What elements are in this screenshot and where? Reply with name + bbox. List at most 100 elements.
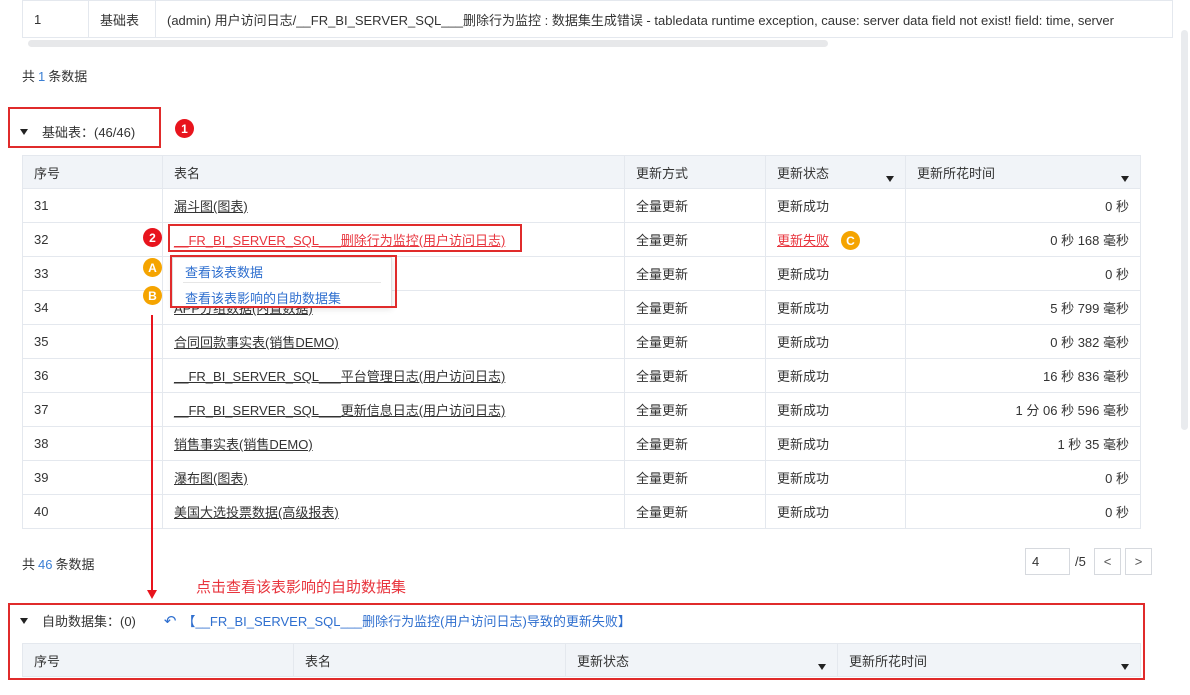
row-method: 全量更新 xyxy=(624,494,766,529)
row-time: 0 秒 xyxy=(905,460,1141,495)
row-method: 全量更新 xyxy=(624,460,766,495)
count-prefix: 共 xyxy=(22,557,36,572)
table-row: 36 __FR_BI_SERVER_SQL___平台管理日志(用户访问日志) 全… xyxy=(22,358,1141,393)
chevron-left-icon: < xyxy=(1103,554,1112,569)
row-index: 40 xyxy=(22,494,163,529)
page-number-input[interactable]: 4 xyxy=(1025,548,1070,575)
badge-1: 1 xyxy=(175,119,194,138)
self-service-section-label: 自助数据集：(0) xyxy=(42,614,136,629)
error-count: 共 1 条数据 xyxy=(22,66,87,85)
base-table-count: 共 46 条数据 xyxy=(22,554,95,573)
error-row-type: 基础表 xyxy=(88,0,156,38)
table-header-row: 序号 表名 更新方式 更新状态 更新所花时间 xyxy=(22,155,1141,189)
filter-dropdown-icon[interactable] xyxy=(818,663,826,670)
row-method: 全量更新 xyxy=(624,188,766,223)
row-index: 34 xyxy=(22,290,163,325)
row-index: 31 xyxy=(22,188,163,223)
table-row: 40 美国大选投票数据(高级报表) 全量更新 更新成功 0 秒 xyxy=(22,494,1141,529)
row-method: 全量更新 xyxy=(624,290,766,325)
row-method: 全量更新 xyxy=(624,256,766,291)
row-status: 更新成功 xyxy=(765,256,906,291)
self-service-section-toggle[interactable]: 自助数据集：(0) ↶ 【__FR_BI_SERVER_SQL___删除行为监控… xyxy=(20,611,631,630)
row-status: 更新成功 xyxy=(765,494,906,529)
highlight-box-1 xyxy=(8,107,161,148)
badge-c: C xyxy=(841,231,860,250)
header-status-label: 更新状态 xyxy=(577,653,630,669)
highlight-box-2 xyxy=(168,224,522,252)
row-time: 16 秒 836 毫秒 xyxy=(905,358,1141,393)
header-time-label: 更新所花时间 xyxy=(917,165,996,181)
row-status: 更新成功 xyxy=(765,188,906,223)
header-time[interactable]: 更新所花时间 xyxy=(837,643,1141,677)
row-method: 全量更新 xyxy=(624,426,766,461)
row-status: 更新成功 xyxy=(765,358,906,393)
row-time: 0 秒 xyxy=(905,256,1141,291)
table-row[interactable]: 1 基础表 (admin) 用户访问日志/__FR_BI_SERVER_SQL_… xyxy=(22,0,1173,38)
horizontal-scrollbar[interactable] xyxy=(28,40,828,47)
table-name-link[interactable]: 瀑布图(图表) xyxy=(174,471,248,486)
header-status[interactable]: 更新状态 xyxy=(565,643,838,677)
row-method: 全量更新 xyxy=(624,392,766,427)
count-prefix: 共 xyxy=(22,69,36,84)
table-row: 38 销售事实表(销售DEMO) 全量更新 更新成功 1 秒 35 毫秒 xyxy=(22,426,1141,461)
filter-dropdown-icon[interactable] xyxy=(886,175,894,182)
header-status[interactable]: 更新状态 xyxy=(765,155,906,189)
badge-b: B xyxy=(143,286,162,305)
vertical-scrollbar[interactable] xyxy=(1181,30,1188,430)
row-time: 0 秒 xyxy=(905,188,1141,223)
table-header-row: 序号 表名 更新状态 更新所花时间 xyxy=(22,643,1141,677)
prev-page-button[interactable]: < xyxy=(1094,548,1121,575)
header-index: 序号 xyxy=(22,643,294,677)
row-index: 32 xyxy=(22,222,163,257)
chevron-right-icon: > xyxy=(1134,554,1143,569)
collapse-triangle-icon xyxy=(20,617,28,624)
row-time: 0 秒 xyxy=(905,494,1141,529)
table-name-link[interactable]: 销售事实表(销售DEMO) xyxy=(174,437,313,452)
count-number: 1 xyxy=(38,69,46,84)
row-status: 更新成功 xyxy=(765,324,906,359)
row-index: 35 xyxy=(22,324,163,359)
header-name: 表名 xyxy=(162,155,625,189)
header-method: 更新方式 xyxy=(624,155,766,189)
highlight-box-menu xyxy=(170,255,397,308)
base-table-list: 序号 表名 更新方式 更新状态 更新所花时间 31 漏斗图(图表) 全量更新 更… xyxy=(22,155,1141,529)
annotation-arrow-line xyxy=(151,315,153,592)
table-name-link[interactable]: 美国大选投票数据(高级报表) xyxy=(174,505,339,520)
header-name: 表名 xyxy=(293,643,566,677)
status-failed-link[interactable]: 更新失败 xyxy=(777,233,829,248)
row-status: 更新成功 xyxy=(765,460,906,495)
self-service-table: 序号 表名 更新状态 更新所花时间 xyxy=(22,643,1141,677)
table-name-link[interactable]: 漏斗图(图表) xyxy=(174,199,248,214)
header-time[interactable]: 更新所花时间 xyxy=(905,155,1141,189)
header-status-label: 更新状态 xyxy=(777,165,830,181)
row-index: 33 xyxy=(22,256,163,291)
row-status: 更新成功 xyxy=(765,426,906,461)
count-suffix: 条数据 xyxy=(48,69,88,84)
annotation-text: 点击查看该表影响的自助数据集 xyxy=(196,579,407,596)
table-row: 35 合同回款事实表(销售DEMO) 全量更新 更新成功 0 秒 382 毫秒 xyxy=(22,324,1141,359)
row-time: 0 秒 168 毫秒 xyxy=(905,222,1141,257)
table-name-link[interactable]: 合同回款事实表(销售DEMO) xyxy=(174,335,339,350)
row-time: 1 秒 35 毫秒 xyxy=(905,426,1141,461)
row-method: 全量更新 xyxy=(624,358,766,393)
row-index: 39 xyxy=(22,460,163,495)
next-page-button[interactable]: > xyxy=(1125,548,1152,575)
row-method: 全量更新 xyxy=(624,222,766,257)
row-status: 更新成功 xyxy=(765,290,906,325)
table-name-link[interactable]: __FR_BI_SERVER_SQL___平台管理日志(用户访问日志) xyxy=(174,369,505,384)
page-total: /5 xyxy=(1075,554,1086,569)
table-row: 31 漏斗图(图表) 全量更新 更新成功 0 秒 xyxy=(22,188,1141,223)
filter-dropdown-icon[interactable] xyxy=(1121,663,1129,670)
badge-2: 2 xyxy=(143,228,162,247)
row-time: 0 秒 382 毫秒 xyxy=(905,324,1141,359)
failure-source-title: 【__FR_BI_SERVER_SQL___删除行为监控(用户访问日志)导致的更… xyxy=(182,614,631,629)
annotation-arrow-head xyxy=(147,590,157,599)
filter-dropdown-icon[interactable] xyxy=(1121,175,1129,182)
table-name-link[interactable]: __FR_BI_SERVER_SQL___更新信息日志(用户访问日志) xyxy=(174,403,505,418)
table-row: 37 __FR_BI_SERVER_SQL___更新信息日志(用户访问日志) 全… xyxy=(22,392,1141,427)
back-arrow-icon[interactable]: ↶ xyxy=(164,612,177,630)
row-method: 全量更新 xyxy=(624,324,766,359)
row-index: 38 xyxy=(22,426,163,461)
header-time-label: 更新所花时间 xyxy=(849,653,928,669)
badge-a: A xyxy=(143,258,162,277)
